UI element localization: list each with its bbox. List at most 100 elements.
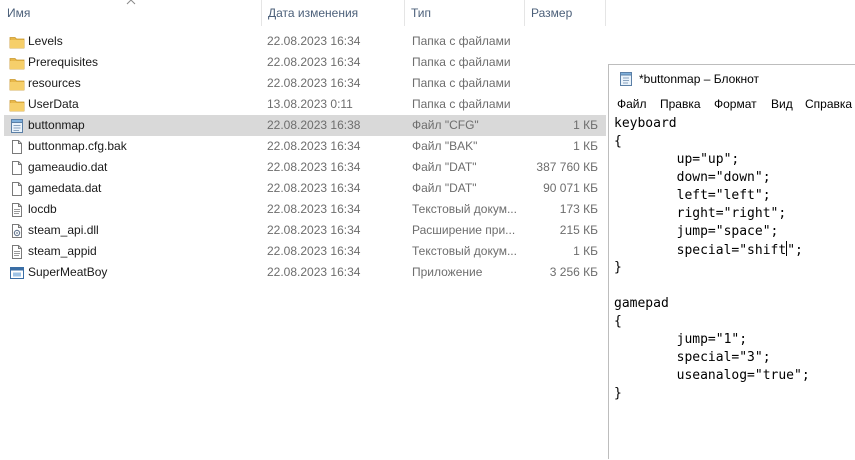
file-name: buttonmap <box>28 118 85 132</box>
file-row[interactable]: SuperMeatBoy 22.08.2023 16:34 Приложение 3 … <box>4 262 606 283</box>
file-date-modified: 22.08.2023 16:34 <box>267 244 361 258</box>
file-size: 1 КБ <box>573 139 598 153</box>
text-line: keyboard <box>614 116 677 131</box>
text-file-icon <box>9 244 25 260</box>
file-size <box>524 73 598 94</box>
file-name: steam_appid <box>28 244 97 258</box>
application-icon <box>9 265 25 281</box>
file-type: Файл "BAK" <box>412 139 478 153</box>
file-row[interactable]: buttonmap.cfg.bak 22.08.2023 16:34 Файл "B… <box>4 136 606 157</box>
menu-help[interactable]: Справка <box>805 93 852 115</box>
file-row[interactable]: steam_appid 22.08.2023 16:34 Текстовый док… <box>4 241 606 262</box>
file-type: Текстовый докум... <box>412 244 517 258</box>
folder-icon <box>9 55 25 71</box>
file-type: Приложение <box>412 265 483 279</box>
file-type: Папка с файлами <box>412 76 511 90</box>
menu-file[interactable]: Файл <box>617 93 647 115</box>
file-type: Папка с файлами <box>412 34 511 48</box>
notepad-menu-bar: Файл Правка Формат Вид Справка <box>609 93 855 115</box>
notepad-window: *buttonmap – Блокнот Файл Правка Формат … <box>608 64 855 459</box>
file-date-modified: 22.08.2023 16:34 <box>267 55 361 69</box>
file-row[interactable]: UserData 13.08.2023 0:11 Папка с файлами <box>4 94 606 115</box>
file-size <box>524 52 598 73</box>
file-row[interactable]: gameaudio.dat 22.08.2023 16:34 Файл "DAT" 3… <box>4 157 606 178</box>
file-name: buttonmap.cfg.bak <box>28 139 127 153</box>
text-line: } <box>614 386 622 401</box>
text-before-caret: special="shift <box>614 243 787 258</box>
text-line: } <box>614 260 622 275</box>
file-icon <box>9 181 25 197</box>
file-name: Prerequisites <box>28 55 99 69</box>
text-line: left="left"; <box>614 188 771 203</box>
text-line: up="up"; <box>614 152 740 167</box>
file-name: steam_api.dll <box>28 223 99 237</box>
file-size: 1 КБ <box>573 118 598 132</box>
file-row[interactable]: gamedata.dat 22.08.2023 16:34 Файл "DAT" 90… <box>4 178 606 199</box>
column-type[interactable]: Тип <box>406 0 525 26</box>
notepad-title-bar[interactable]: *buttonmap – Блокнот <box>609 65 855 93</box>
file-row[interactable]: locdb 22.08.2023 16:34 Текстовый докум... 1… <box>4 199 606 220</box>
file-name: SuperMeatBoy <box>28 265 108 279</box>
notepad-icon <box>620 72 632 86</box>
file-type: Файл "CFG" <box>412 118 479 132</box>
file-date-modified: 22.08.2023 16:34 <box>267 181 361 195</box>
text-line: { <box>614 314 622 329</box>
folder-icon <box>9 97 25 113</box>
file-name: gameaudio.dat <box>28 160 108 174</box>
file-type: Файл "DAT" <box>412 160 477 174</box>
notepad-title: *buttonmap – Блокнот <box>639 72 760 86</box>
folder-icon <box>9 34 25 50</box>
file-size: 90 071 КБ <box>543 181 598 195</box>
file-size <box>524 94 598 115</box>
file-name: resources <box>28 76 81 90</box>
file-type: Папка с файлами <box>412 97 511 111</box>
file-row[interactable]: resources 22.08.2023 16:34 Папка с файлами <box>4 73 606 94</box>
file-size: 3 256 КБ <box>549 265 598 279</box>
file-row[interactable]: Levels 22.08.2023 16:34 Папка с файлами <box>4 31 606 52</box>
column-name[interactable]: Имя <box>2 0 262 26</box>
file-type: Папка с файлами <box>412 55 511 69</box>
text-line: jump="1"; <box>614 332 748 347</box>
file-row[interactable]: Prerequisites 22.08.2023 16:34 Папка с фай… <box>4 52 606 73</box>
text-line: gamepad <box>614 296 669 311</box>
file-size: 215 КБ <box>559 223 598 237</box>
file-size: 1 КБ <box>573 244 598 258</box>
text-line: special="3"; <box>614 350 771 365</box>
file-date-modified: 22.08.2023 16:34 <box>267 139 361 153</box>
column-date-modified[interactable]: Дата изменения <box>263 0 405 26</box>
file-size <box>524 31 598 52</box>
file-name: gamedata.dat <box>28 181 102 195</box>
menu-format[interactable]: Формат <box>714 93 757 115</box>
column-header-row: Имя Дата изменения Тип Размер <box>0 0 610 26</box>
notepad-text-area[interactable]: keyboard { up="up"; down="down"; left="l… <box>609 115 855 460</box>
file-size: 173 КБ <box>559 202 598 216</box>
text-line: jump="space"; <box>614 224 779 239</box>
file-date-modified: 22.08.2023 16:34 <box>267 265 361 279</box>
text-line-with-caret: special="shift"; <box>614 241 803 259</box>
config-file-icon <box>9 118 25 134</box>
menu-edit[interactable]: Правка <box>660 93 701 115</box>
file-date-modified: 22.08.2023 16:38 <box>267 118 361 132</box>
file-icon <box>9 139 25 155</box>
file-date-modified: 22.08.2023 16:34 <box>267 202 361 216</box>
file-size: 387 760 КБ <box>536 160 598 174</box>
text-file-icon <box>9 202 25 218</box>
file-type: Текстовый докум... <box>412 202 517 216</box>
file-name: Levels <box>28 34 63 48</box>
text-line: { <box>614 134 622 149</box>
text-line: useanalog="true"; <box>614 368 810 383</box>
file-row[interactable]: steam_api.dll 22.08.2023 16:34 Расширение … <box>4 220 606 241</box>
text-after-caret: "; <box>787 243 803 258</box>
file-type: Файл "DAT" <box>412 181 477 195</box>
column-size[interactable]: Размер <box>526 0 606 26</box>
file-type: Расширение при... <box>412 223 516 237</box>
text-line: right="right"; <box>614 206 787 221</box>
menu-view[interactable]: Вид <box>771 93 793 115</box>
file-date-modified: 22.08.2023 16:34 <box>267 160 361 174</box>
file-date-modified: 22.08.2023 16:34 <box>267 223 361 237</box>
file-name: locdb <box>28 202 57 216</box>
file-row[interactable]: buttonmap 22.08.2023 16:38 Файл "CFG" 1 КБ <box>4 115 606 136</box>
file-name: UserData <box>28 97 79 111</box>
file-date-modified: 22.08.2023 16:34 <box>267 34 361 48</box>
file-date-modified: 22.08.2023 16:34 <box>267 76 361 90</box>
